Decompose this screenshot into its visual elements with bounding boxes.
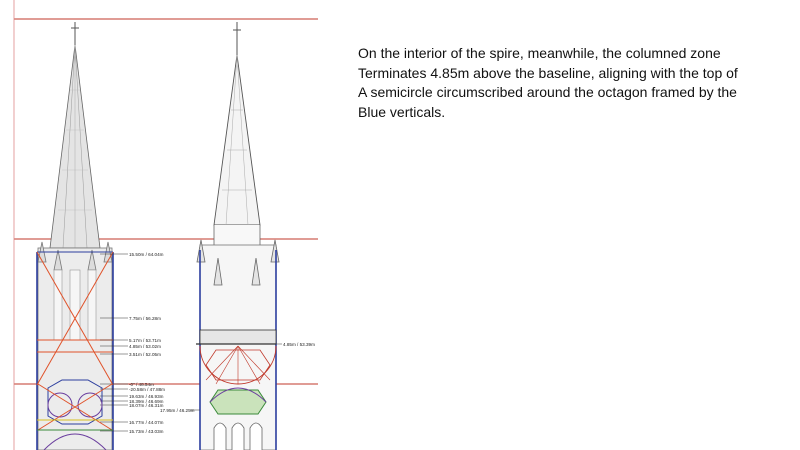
spire-elevation-diagram: 15.50m / 64.04m 7.75m / 56.28m 5.17m / 5…	[13, 0, 318, 450]
caption-text: On the interior of the spire, meanwhile,…	[358, 44, 778, 122]
caption-line: On the interior of the spire, meanwhile,…	[358, 45, 721, 61]
caption-line: Blue verticals.	[358, 103, 446, 120]
measurement-label-right: 4.85m / 53.39m	[283, 342, 315, 347]
left-spire	[36, 22, 128, 450]
right-spire	[190, 22, 282, 450]
caption-line: A semicircle circumscribed around the oc…	[358, 84, 737, 100]
measurement-label: 5.17m / 53.71m	[129, 338, 161, 343]
measurement-label: 4.85m / 53.02m	[129, 344, 161, 349]
measurement-label: 16.77m / 44.07m	[129, 420, 164, 425]
measurement-label: 18.07m / 46.31m	[129, 403, 164, 408]
measurement-label: 3.51m / 52.05m	[129, 352, 161, 357]
measurement-label: 15.50m / 64.04m	[129, 252, 164, 257]
measurement-label-right: 17.95m / 46.25m	[160, 408, 195, 413]
measurement-label: 7.75m / 56.28m	[129, 316, 161, 321]
measurement-label: 15.73m / 43.03m	[129, 429, 164, 434]
measurement-label: -20.58m / 47.88m	[129, 387, 165, 392]
caption-line: Terminates 4.85m above the baseline, ali…	[358, 64, 738, 81]
